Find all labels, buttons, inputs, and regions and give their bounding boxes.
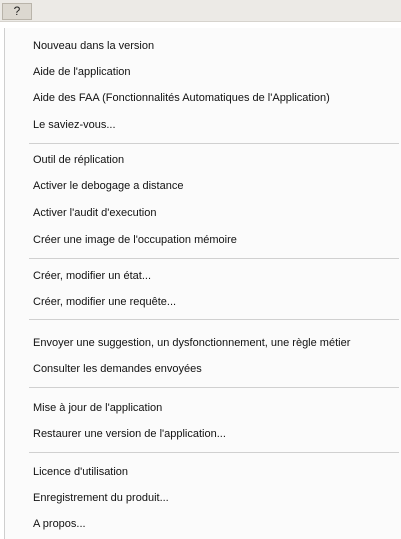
menu-item-faa-help[interactable]: Aide des FAA (Fonctionnalités Automatiqu…: [33, 88, 330, 108]
menu-item-memory-dump[interactable]: Créer une image de l'occupation mémoire: [33, 230, 237, 250]
menu-item-did-you-know[interactable]: Le saviez-vous...: [33, 115, 116, 135]
menu-item-send-suggestion[interactable]: Envoyer une suggestion, un dysfonctionne…: [33, 333, 350, 353]
menu-separator: [29, 319, 399, 320]
menu-item-update-app[interactable]: Mise à jour de l'application: [33, 398, 162, 418]
menu-separator: [29, 452, 399, 453]
menu-separator: [29, 258, 399, 259]
menu-item-remote-debug[interactable]: Activer le debogage a distance: [33, 176, 183, 196]
menu-item-restore-version[interactable]: Restaurer une version de l'application..…: [33, 424, 226, 444]
help-menu-button[interactable]: ?: [2, 3, 32, 20]
help-dropdown-menu: Nouveau dans la version Aide de l'applic…: [4, 28, 401, 539]
menu-item-app-help[interactable]: Aide de l'application: [33, 62, 131, 82]
menu-separator: [29, 387, 399, 388]
menu-bar: ?: [0, 0, 401, 22]
menu-item-whats-new[interactable]: Nouveau dans la version: [33, 36, 154, 56]
menu-item-execution-audit[interactable]: Activer l'audit d'execution: [33, 203, 156, 223]
menu-item-product-registration[interactable]: Enregistrement du produit...: [33, 488, 169, 508]
menu-item-about[interactable]: A propos...: [33, 514, 86, 534]
menu-item-create-query[interactable]: Créer, modifier une requête...: [33, 292, 176, 312]
menu-item-view-requests[interactable]: Consulter les demandes envoyées: [33, 359, 202, 379]
menu-item-license[interactable]: Licence d'utilisation: [33, 462, 128, 482]
menu-separator: [29, 143, 399, 144]
menu-item-replication-tool[interactable]: Outil de réplication: [33, 150, 124, 170]
menu-item-create-report[interactable]: Créer, modifier un état...: [33, 266, 151, 286]
